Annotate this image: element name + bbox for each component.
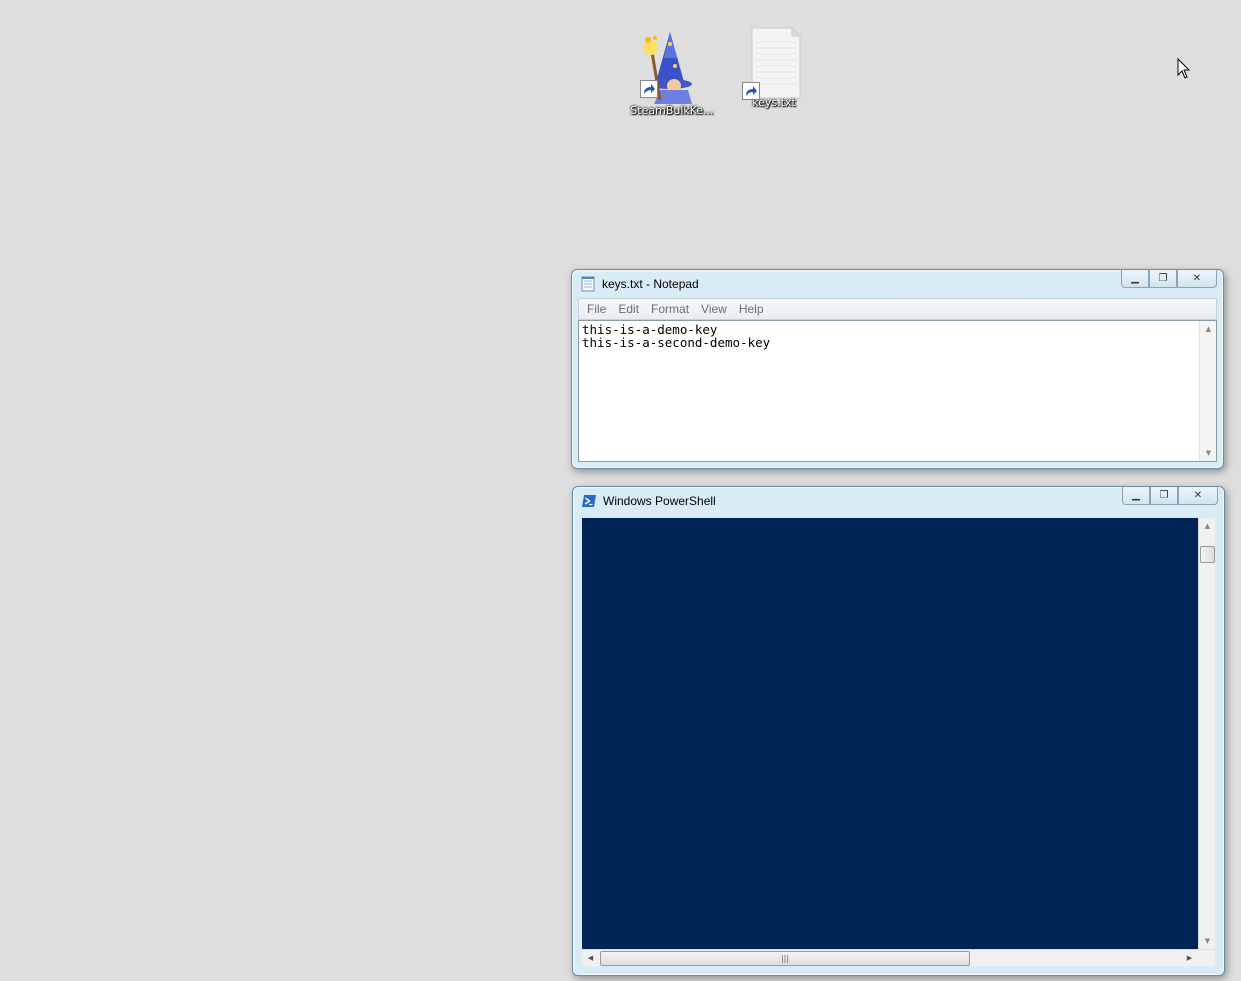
shortcut-arrow-icon bbox=[640, 80, 658, 98]
desktop-shortcut-keys-txt[interactable]: keys.txt bbox=[729, 22, 819, 109]
close-icon: ✕ bbox=[1192, 273, 1202, 284]
menu-edit[interactable]: Edit bbox=[612, 302, 645, 316]
wizard-icon bbox=[640, 22, 704, 104]
close-button[interactable]: ✕ bbox=[1178, 487, 1218, 505]
scroll-left-icon[interactable]: ◀ bbox=[582, 950, 599, 967]
notepad-icon bbox=[581, 276, 595, 292]
scroll-thumb[interactable]: ||| bbox=[600, 951, 970, 966]
menu-file[interactable]: File bbox=[581, 302, 612, 316]
minimize-button[interactable]: ▁ bbox=[1121, 270, 1149, 288]
menu-bar: File Edit Format View Help bbox=[578, 298, 1217, 320]
window-title: Windows PowerShell bbox=[603, 494, 716, 508]
editor-content[interactable]: this-is-a-demo-key this-is-a-second-demo… bbox=[582, 323, 1194, 349]
close-button[interactable]: ✕ bbox=[1177, 270, 1217, 288]
horizontal-scrollbar[interactable]: ◀ ||| ▶ bbox=[582, 949, 1215, 966]
notepad-window[interactable]: keys.txt - Notepad ▁ ❐ ✕ File Edit Forma… bbox=[571, 269, 1224, 469]
minimize-icon: ▁ bbox=[1132, 490, 1140, 501]
window-title: keys.txt - Notepad bbox=[602, 277, 699, 291]
shortcut-arrow-icon bbox=[742, 82, 760, 100]
scroll-up-icon[interactable]: ▲ bbox=[1200, 321, 1217, 337]
powershell-icon bbox=[582, 495, 596, 507]
menu-help[interactable]: Help bbox=[733, 302, 770, 316]
vertical-scrollbar[interactable]: ▲ ▼ bbox=[1198, 518, 1215, 949]
minimize-icon: ▁ bbox=[1131, 273, 1139, 284]
minimize-button[interactable]: ▁ bbox=[1122, 487, 1150, 505]
desktop: SteamBulkKe... keys.txt keys.txt - Notep… bbox=[0, 0, 1241, 981]
mouse-cursor-icon bbox=[1177, 58, 1191, 79]
restore-icon: ❐ bbox=[1158, 273, 1168, 284]
restore-button[interactable]: ❐ bbox=[1149, 270, 1177, 288]
close-icon: ✕ bbox=[1193, 490, 1203, 501]
scroll-up-icon[interactable]: ▲ bbox=[1199, 518, 1216, 534]
text-file-icon bbox=[742, 22, 806, 102]
vertical-scrollbar[interactable]: ▲ ▼ bbox=[1199, 321, 1216, 461]
menu-format[interactable]: Format bbox=[645, 302, 695, 316]
restore-icon: ❐ bbox=[1159, 490, 1169, 501]
text-editor[interactable]: this-is-a-demo-key this-is-a-second-demo… bbox=[578, 320, 1217, 462]
restore-button[interactable]: ❐ bbox=[1150, 487, 1178, 505]
scroll-right-icon[interactable]: ▶ bbox=[1181, 950, 1198, 967]
scroll-down-icon[interactable]: ▼ bbox=[1199, 933, 1216, 949]
menu-view[interactable]: View bbox=[695, 302, 733, 316]
powershell-window[interactable]: Windows PowerShell ▁ ❐ ✕ ▲ ▼ ◀ ||| ▶ bbox=[572, 486, 1225, 976]
console-area[interactable] bbox=[582, 518, 1198, 949]
desktop-shortcut-steambulkkey[interactable]: SteamBulkKe... bbox=[627, 22, 717, 117]
scroll-thumb[interactable] bbox=[1200, 546, 1215, 563]
scroll-down-icon[interactable]: ▼ bbox=[1200, 445, 1217, 461]
